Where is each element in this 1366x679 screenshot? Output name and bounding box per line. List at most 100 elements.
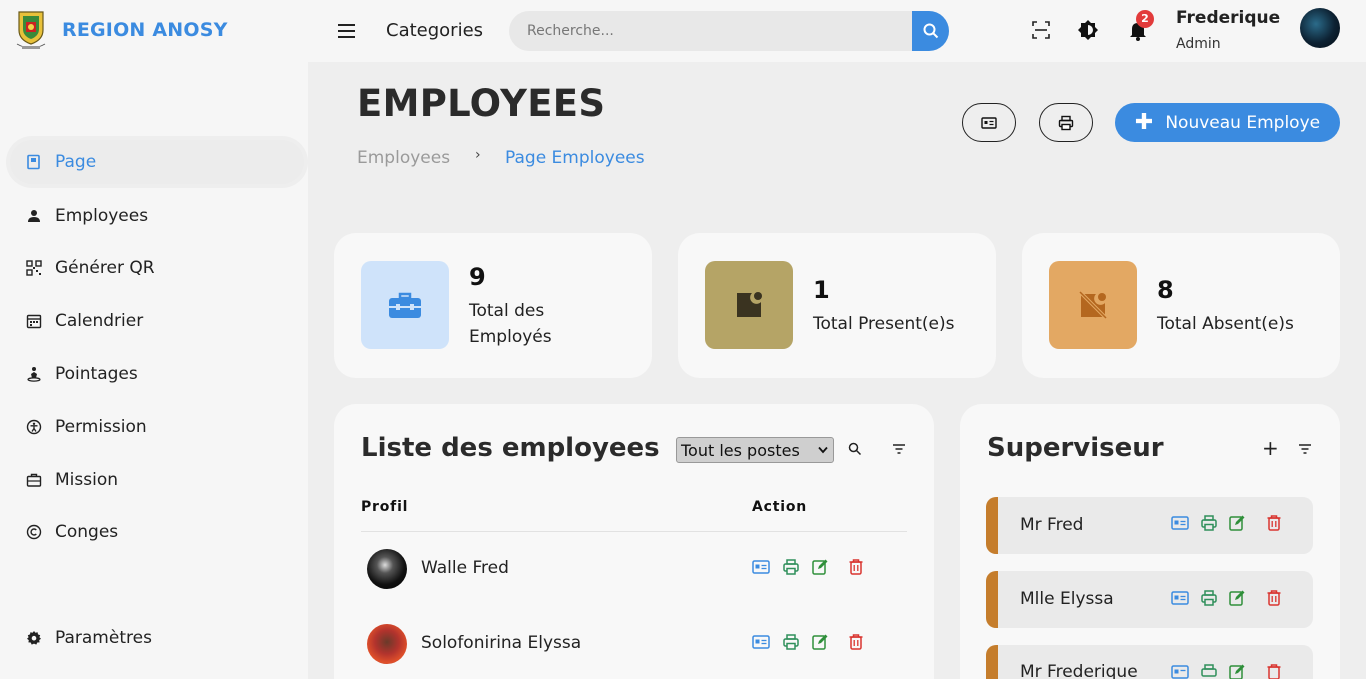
id-card-icon[interactable] [752, 633, 770, 651]
edit-icon[interactable] [1228, 514, 1246, 532]
id-card-icon[interactable] [1171, 514, 1189, 532]
briefcase-icon [361, 261, 449, 349]
region-logo [14, 8, 48, 50]
pointage-icon [27, 367, 41, 382]
id-card-button[interactable] [962, 103, 1016, 142]
briefcase-icon [26, 473, 42, 487]
supervisor-name: Mr Frederique [1020, 662, 1138, 679]
printer-icon[interactable] [782, 633, 800, 651]
supervisor-name: Mlle Elyssa [1020, 589, 1114, 609]
edit-icon[interactable] [1228, 663, 1246, 679]
sidebar-item-employees[interactable]: Employees [10, 194, 304, 238]
top-bar: REGION ANOSY Categories 2 Frederique Adm… [0, 0, 1366, 62]
chevron-down-icon [818, 446, 828, 454]
sidebar-item-pointages[interactable]: Pointages [10, 352, 304, 396]
delete-icon[interactable] [1265, 663, 1283, 679]
id-card-icon[interactable] [1171, 589, 1189, 607]
search-button[interactable] [912, 11, 949, 51]
stat-card-total: 9 Total des Employés [334, 233, 652, 378]
filter-icon[interactable] [891, 442, 907, 456]
sidebar-item-label: Mission [55, 470, 119, 490]
categories-link[interactable]: Categories [386, 20, 483, 41]
id-card-icon[interactable] [1171, 663, 1189, 679]
printer-icon[interactable] [1200, 589, 1218, 607]
sidebar-top-block [0, 62, 308, 136]
supervisor-item[interactable]: Mr Frederique [986, 645, 1313, 679]
printer-icon [1058, 115, 1074, 130]
id-card-icon[interactable] [752, 558, 770, 576]
printer-icon[interactable] [782, 558, 800, 576]
poste-filter-select[interactable]: Tout les postes [676, 437, 834, 463]
calendar-icon [26, 314, 42, 329]
table-divider [361, 531, 907, 532]
book-icon [27, 154, 40, 170]
stat-label: Total des Employés [469, 301, 552, 347]
employee-list-title: Liste des employees [361, 433, 660, 463]
delete-icon[interactable] [1265, 589, 1283, 607]
supervisor-name: Mr Fred [1020, 515, 1084, 535]
sidebar-item-label: Générer QR [55, 258, 155, 278]
delete-icon[interactable] [847, 633, 865, 651]
id-card-icon [981, 116, 997, 129]
delete-icon[interactable] [1265, 514, 1283, 532]
plus-icon: ✚ [1134, 109, 1154, 135]
new-employee-label: Nouveau Employe [1165, 112, 1321, 133]
stat-value: 1 [813, 276, 830, 304]
accessibility-icon [26, 419, 42, 435]
employee-avatar [367, 549, 407, 589]
employee-avatar [367, 624, 407, 664]
copyright-icon [26, 524, 42, 540]
search-input[interactable] [509, 11, 912, 51]
column-header-action: Action [752, 499, 808, 515]
column-header-profil: Profil [361, 499, 409, 515]
brand-name[interactable]: REGION ANOSY [62, 19, 228, 41]
employee-name: Walle Fred [421, 558, 509, 578]
printer-icon[interactable] [1200, 663, 1218, 679]
sidebar-item-label: Paramètres [55, 628, 152, 648]
edit-icon[interactable] [811, 558, 829, 576]
sidebar-item-label: Employees [55, 206, 149, 226]
supervisor-item[interactable]: Mlle Elyssa [986, 571, 1313, 628]
search-bar [509, 11, 949, 51]
sidebar-item-conges[interactable]: Conges [10, 510, 304, 554]
user-avatar[interactable] [1300, 8, 1340, 48]
add-supervisor-button[interactable]: + [1262, 438, 1280, 458]
user-icon [28, 210, 40, 222]
sidebar-item-permission[interactable]: Permission [10, 405, 304, 449]
printer-icon[interactable] [1200, 514, 1218, 532]
delete-icon[interactable] [847, 558, 865, 576]
edit-icon[interactable] [811, 633, 829, 651]
sidebar-item-generer-qr[interactable]: Générer QR [10, 246, 304, 290]
scan-icon[interactable] [1030, 19, 1052, 41]
supervisor-title: Superviseur [987, 433, 1164, 463]
stat-value: 8 [1157, 276, 1174, 304]
sidebar-item-parametres[interactable]: Paramètres [10, 616, 304, 660]
notification-badge: 2 [1136, 10, 1154, 28]
sidebar-item-label: Conges [55, 522, 119, 542]
search-icon [923, 23, 938, 39]
list-search-icon[interactable] [848, 442, 862, 456]
user-name: Frederique [1176, 8, 1281, 28]
qr-icon [26, 260, 42, 276]
sidebar-item-mission[interactable]: Mission [10, 458, 304, 502]
breadcrumb-separator: › [475, 147, 481, 163]
theme-toggle-icon[interactable] [1077, 19, 1099, 41]
sidebar-item-page[interactable]: Page [10, 140, 304, 184]
breadcrumb-employees[interactable]: Employees [357, 148, 450, 168]
sidebar-item-label: Pointages [55, 364, 138, 384]
filter-icon[interactable] [1297, 442, 1313, 456]
stat-label: Total Absent(e)s [1157, 314, 1294, 334]
page-title: EMPLOYEES [357, 82, 606, 125]
hamburger-menu-icon[interactable] [337, 22, 357, 40]
new-employee-button[interactable]: ✚ Nouveau Employe [1115, 103, 1340, 142]
print-button[interactable] [1039, 103, 1093, 142]
poste-filter-value: Tout les postes [681, 440, 800, 460]
user-role: Admin [1176, 36, 1221, 52]
sidebar-item-label: Calendrier [55, 311, 144, 331]
stat-card-absent: 8 Total Absent(e)s [1022, 233, 1340, 378]
edit-icon[interactable] [1228, 589, 1246, 607]
breadcrumb-current: Page Employees [505, 148, 645, 168]
supervisor-item[interactable]: Mr Fred [986, 497, 1313, 554]
stat-label: Total Present(e)s [813, 314, 955, 334]
sidebar-item-calendrier[interactable]: Calendrier [10, 299, 304, 343]
